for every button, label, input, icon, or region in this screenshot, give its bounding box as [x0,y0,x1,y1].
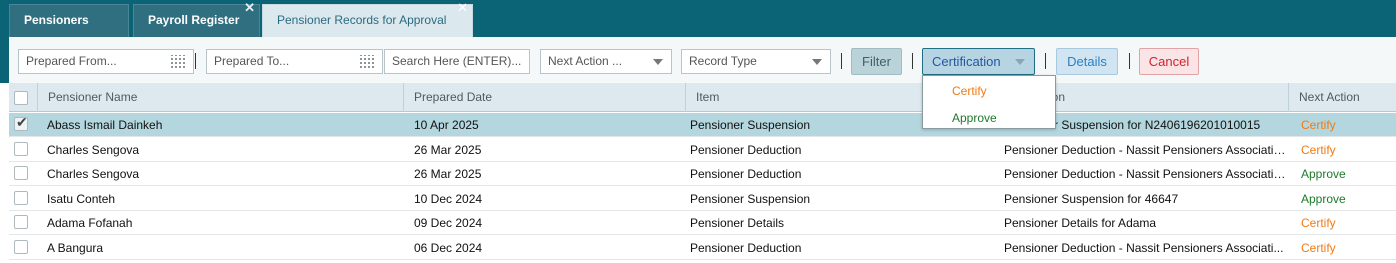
prepared-date: 26 Mar 2025 [414,143,482,157]
chevron-down-icon [653,59,663,65]
table-row[interactable]: Charles Sengova 26 Mar 2025 Pensioner De… [9,162,1396,186]
tab-pensioner-records-for-approval[interactable]: Pensioner Records for Approval ✕ [262,1,473,37]
item: Pensioner Deduction [690,143,802,157]
prepared-to-field[interactable]: Prepared To... [206,49,383,74]
pensioner-name: Charles Sengova [47,143,140,157]
details-button[interactable]: Details [1056,48,1118,75]
select-all-checkbox[interactable] [14,91,28,105]
search-input[interactable]: Search Here (ENTER)... [384,49,530,74]
pensioner-name: Abass Ismail Dainkeh [47,118,163,132]
certification-dropdown-button[interactable]: Certification [922,48,1035,75]
next-action: Certify [1301,216,1336,230]
pensioner-name: A Bangura [47,241,104,255]
divider [1045,53,1046,69]
certification-label: Certification [932,54,1001,69]
item: Pensioner Deduction [690,241,802,255]
cancel-button[interactable]: Cancel [1139,48,1199,75]
close-icon[interactable]: ✕ [457,1,468,15]
chevron-down-icon [1015,59,1025,65]
tab-payroll-register[interactable]: Payroll Register ✕ [133,1,260,37]
menu-item-approve[interactable]: Approve [952,108,997,128]
description: Pensioner Details for Adama [1004,216,1157,230]
next-action: Certify [1301,118,1336,132]
table-row[interactable]: ✔ Abass Ismail Dainkeh 10 Apr 2025 Pensi… [9,113,1396,137]
next-action: Approve [1301,167,1346,181]
column-header-next-action[interactable]: Next Action [1288,83,1396,112]
description: Pensioner Deduction - Nassit Pensioners … [1004,167,1286,181]
prepared-from-field[interactable]: Prepared From... [18,49,194,74]
pensioner-name: Isatu Conteh [47,192,116,206]
row-checkbox[interactable] [14,191,28,205]
description: Pensioner Suspension for 46647 [1004,192,1179,206]
row-checkbox[interactable] [14,166,28,180]
next-action: Approve [1301,192,1346,206]
calendar-icon[interactable] [360,55,375,68]
item: Pensioner Suspension [690,192,811,206]
item: Pensioner Details [690,216,785,230]
item: Pensioner Deduction [690,167,802,181]
divider [195,53,196,69]
table-row[interactable]: Charles Sengova 26 Mar 2025 Pensioner De… [9,138,1396,162]
tab-bar: Pensioners Links Payroll Register ✕ Pens… [0,0,1396,57]
divider [1129,53,1130,69]
table-row[interactable]: A Bangura 06 Dec 2024 Pensioner Deductio… [9,236,1396,260]
toolbar: Prepared From... Prepared To... Search H… [0,37,1396,83]
next-action: Certify [1301,241,1336,255]
table-header: Pensioner Name Prepared Date Item Descri… [9,83,1396,112]
next-action-select[interactable]: Next Action ... [540,49,672,74]
next-action-placeholder: Next Action ... [548,54,623,68]
description: Pensioner Deduction - Nassit Pensioners … [1004,241,1284,255]
prepared-date: 09 Dec 2024 [414,216,483,230]
record-type-select[interactable]: Record Type [681,49,831,74]
tab-label: Pensioner Records for Approval [277,13,447,27]
column-header-prepared-date[interactable]: Prepared Date [403,83,685,112]
row-checkbox[interactable]: ✔ [14,114,28,131]
prepared-date: 26 Mar 2025 [414,167,482,181]
pensioner-name: Charles Sengova [47,167,140,181]
row-checkbox[interactable] [14,142,28,156]
table-row[interactable]: Adama Fofanah 09 Dec 2024 Pensioner Deta… [9,211,1396,235]
chevron-down-icon [812,59,822,65]
calendar-icon[interactable] [171,55,186,68]
prepared-date: 06 Dec 2024 [414,241,483,255]
prepared-date: 10 Dec 2024 [414,192,483,206]
tab-pensioners-links[interactable]: Pensioners Links [9,4,129,57]
next-action: Certify [1301,143,1336,157]
record-type-placeholder: Record Type [689,54,757,68]
prepared-to-placeholder: Prepared To... [214,54,290,68]
divider [841,53,842,69]
certification-menu: Certify Approve [922,75,1056,129]
column-header-pensioner-name[interactable]: Pensioner Name [37,83,403,112]
pensioner-name: Adama Fofanah [47,216,133,230]
row-checkbox[interactable] [14,240,28,254]
tab-label: Payroll Register [148,13,240,27]
table-row[interactable]: Isatu Conteh 10 Dec 2024 Pensioner Suspe… [9,187,1396,211]
prepared-date: 10 Apr 2025 [414,118,479,132]
search-placeholder: Search Here (ENTER)... [392,54,522,68]
description: Pensioner Deduction - Nassit Pensioners … [1004,143,1286,157]
divider [912,53,913,69]
menu-item-certify[interactable]: Certify [952,81,987,101]
row-checkbox[interactable] [14,215,28,229]
close-icon[interactable]: ✕ [244,1,255,15]
filter-button[interactable]: Filter [851,48,902,75]
check-icon: ✔ [16,114,28,130]
prepared-from-placeholder: Prepared From... [26,54,117,68]
